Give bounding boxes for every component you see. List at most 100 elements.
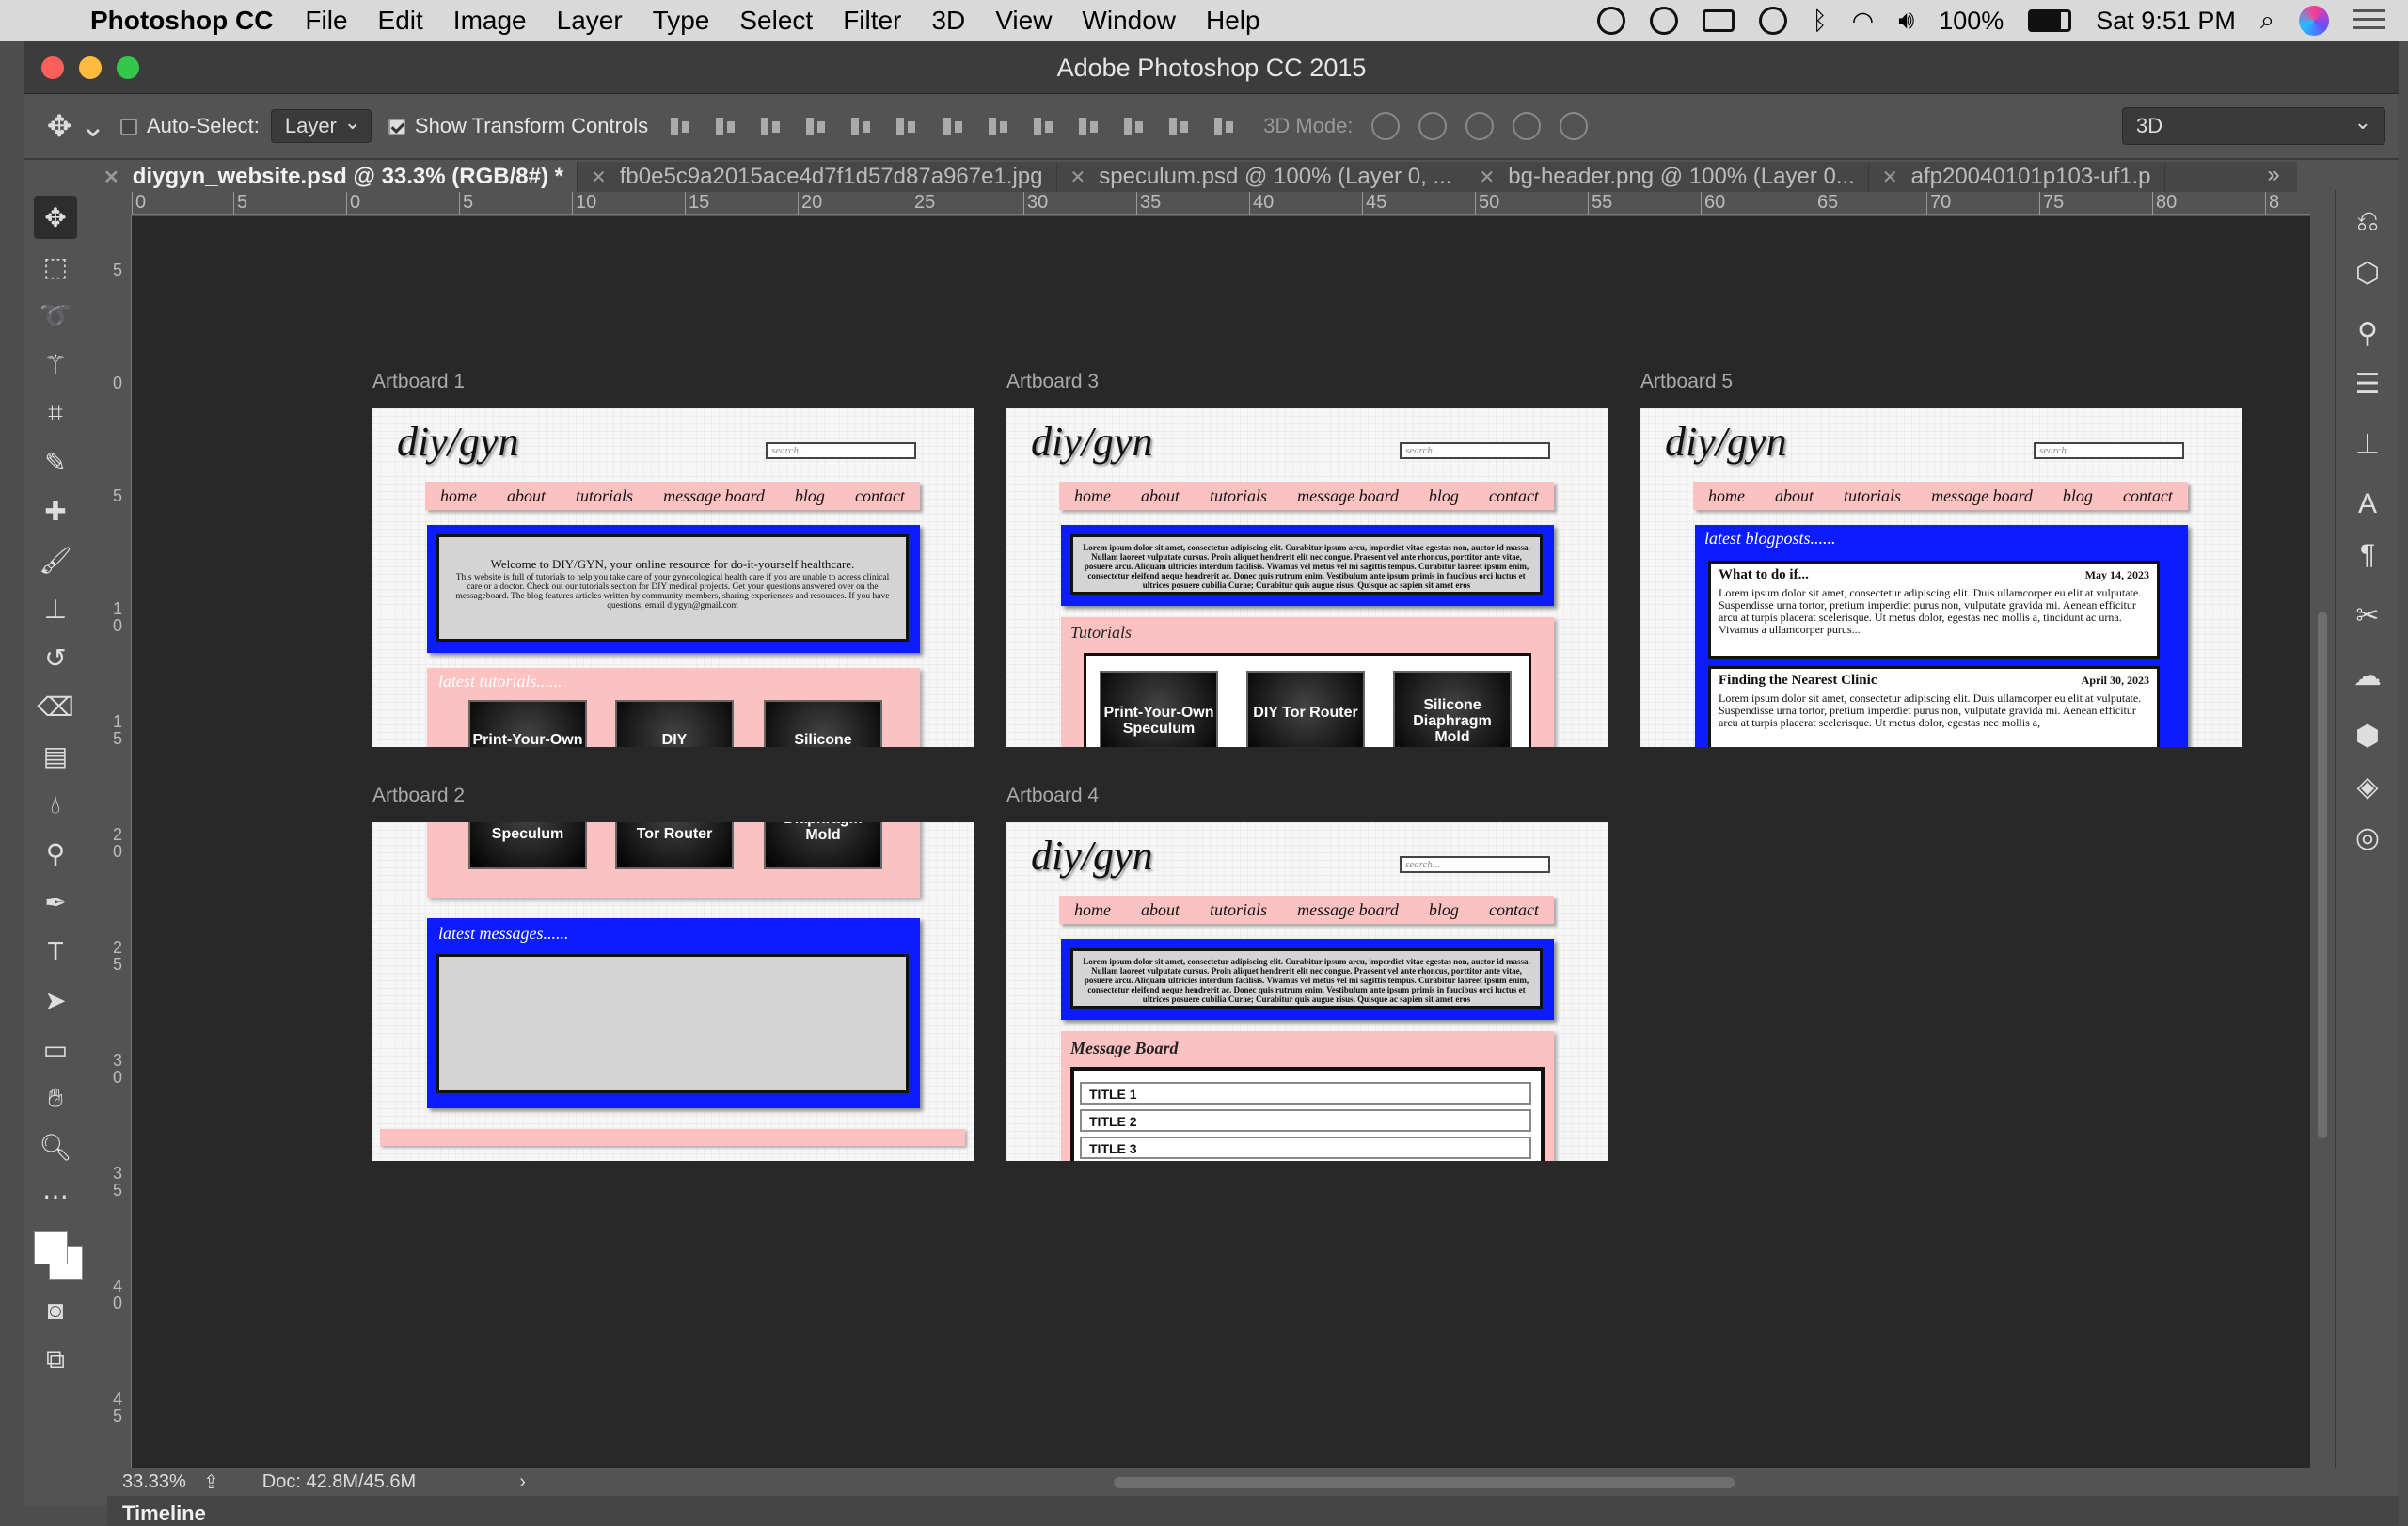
eraser-tool-icon[interactable]: ⌫: [34, 685, 77, 728]
wifi-icon[interactable]: ◠: [1852, 7, 1875, 36]
quick-mask-icon[interactable]: ◙: [34, 1289, 77, 1332]
3d-panel-icon[interactable]: ⬡: [2349, 254, 2386, 292]
workspace-dropdown[interactable]: 3D: [2122, 107, 2385, 145]
menu-view[interactable]: View: [980, 6, 1067, 36]
screen-mode-icon[interactable]: ⧉: [34, 1338, 77, 1381]
align-left-icon[interactable]: [802, 112, 831, 140]
rectangle-tool-icon[interactable]: ▭: [34, 1027, 77, 1071]
close-icon[interactable]: [41, 56, 64, 79]
dodge-tool-icon[interactable]: ⚲: [34, 832, 77, 875]
menu-select[interactable]: Select: [724, 6, 828, 36]
zoom-tool-icon[interactable]: 🔍︎: [34, 1125, 77, 1168]
document-canvas[interactable]: Artboard 1 diy/gyn search... home about …: [132, 216, 2310, 1468]
healing-brush-tool-icon[interactable]: ✚: [34, 489, 77, 533]
brush-panel-icon[interactable]: ⚲: [2349, 314, 2386, 352]
notification-center-icon[interactable]: [2353, 9, 2385, 32]
creative-cloud-icon[interactable]: [1597, 7, 1626, 35]
tab-speculum[interactable]: ✕ speculum.psd @ 100% (Layer 0, ...: [1057, 162, 1466, 192]
vertical-scroll-thumb[interactable]: [2318, 612, 2327, 1138]
tab-diygyn-website[interactable]: ✕ diygyn_website.psd @ 33.3% (RGB/8#) *: [90, 162, 578, 192]
tabs-overflow-icon[interactable]: »: [2250, 162, 2297, 192]
move-tool-preset-icon[interactable]: ✥ ⌄: [43, 103, 109, 150]
color-swatches[interactable]: [32, 1227, 88, 1283]
close-tab-icon[interactable]: ✕: [103, 166, 119, 189]
hand-tool-icon[interactable]: ✋︎: [34, 1076, 77, 1120]
clone-source-panel-icon[interactable]: ⊥: [2349, 425, 2386, 463]
close-tab-icon[interactable]: ✕: [1479, 166, 1495, 189]
auto-select-box[interactable]: [120, 119, 137, 136]
vertical-scrollbar[interactable]: [2310, 216, 2335, 1468]
artboard-5[interactable]: diy/gyn search... home about tutorials m…: [1640, 408, 2242, 747]
channels-panel-icon[interactable]: ◎: [2349, 819, 2386, 856]
3d-scale-icon[interactable]: [1560, 112, 1589, 140]
close-tab-icon[interactable]: ✕: [1070, 166, 1086, 189]
artboard-2-label[interactable]: Artboard 2: [372, 785, 465, 807]
bluetooth-icon[interactable]: ᛒ: [1812, 7, 1827, 36]
3d-orbit-icon[interactable]: [1371, 112, 1401, 140]
distribute-hcenter-icon[interactable]: [1120, 112, 1149, 140]
zoom-level[interactable]: 33.33%: [122, 1471, 188, 1493]
battery-icon[interactable]: [2028, 9, 2072, 32]
distribute-vcenter-icon[interactable]: [985, 112, 1013, 140]
artboard-4[interactable]: diy/gyn search... home about tutorials m…: [1006, 822, 1608, 1161]
3d-objects-panel-icon[interactable]: ⬢: [2349, 717, 2386, 755]
distribute-right-icon[interactable]: [1165, 112, 1194, 140]
artboard-3[interactable]: diy/gyn search... home about tutorials m…: [1006, 408, 1608, 747]
tab-afp2004[interactable]: ✕ afp20040101p103-uf1.p: [1869, 162, 2165, 192]
menu-file[interactable]: File: [290, 6, 362, 36]
close-tab-icon[interactable]: ✕: [591, 166, 607, 189]
app-menu[interactable]: Photoshop CC: [75, 6, 290, 36]
auto-select-checkbox[interactable]: Auto-Select:: [120, 114, 260, 138]
path-selection-tool-icon[interactable]: ➤: [34, 978, 77, 1022]
brush-tool-icon[interactable]: 🖌︎: [34, 538, 77, 581]
artboard-1-label[interactable]: Artboard 1: [372, 371, 465, 393]
type-tool-icon[interactable]: T: [34, 930, 77, 973]
pen-tool-icon[interactable]: ✒: [34, 881, 77, 924]
menu-image[interactable]: Image: [438, 6, 542, 36]
more-tools-icon[interactable]: ⋯: [34, 1174, 77, 1217]
move-tool-icon[interactable]: ✥: [34, 196, 77, 239]
align-right-icon[interactable]: [893, 112, 921, 140]
menu-edit[interactable]: Edit: [363, 6, 438, 36]
menu-window[interactable]: Window: [1067, 6, 1191, 36]
character-panel-icon[interactable]: A: [2349, 485, 2386, 523]
tab-fb0e5c9a-jpg[interactable]: ✕ fb0e5c9a2015ace4d7f1d57d87a967e1.jpg: [578, 162, 1057, 192]
marquee-tool-icon[interactable]: ⬚: [34, 245, 77, 288]
libraries-panel-icon[interactable]: ☁: [2349, 657, 2386, 694]
export-icon[interactable]: ⇪: [203, 1470, 219, 1494]
menu-filter[interactable]: Filter: [828, 6, 916, 36]
distribute-top-icon[interactable]: [940, 112, 968, 140]
artboard-5-label[interactable]: Artboard 5: [1640, 371, 1733, 393]
foreground-color-swatch[interactable]: [34, 1231, 68, 1264]
minimize-icon[interactable]: [79, 56, 102, 79]
auto-select-dropdown[interactable]: Layer: [270, 109, 372, 143]
siri-icon[interactable]: [2299, 6, 2329, 36]
crop-tool-icon[interactable]: ⌗: [34, 391, 77, 435]
3d-roll-icon[interactable]: [1418, 112, 1448, 140]
status-menu-icon[interactable]: ›: [519, 1471, 526, 1493]
close-tab-icon[interactable]: ✕: [1882, 166, 1898, 189]
time-machine-icon[interactable]: [1759, 7, 1788, 35]
menu-layer[interactable]: Layer: [542, 6, 638, 36]
magic-wand-tool-icon[interactable]: ⚚: [34, 342, 77, 386]
tab-bg-header[interactable]: ✕ bg-header.png @ 100% (Layer 0...: [1465, 162, 1869, 192]
distribute-left-icon[interactable]: [1075, 112, 1103, 140]
airplay-icon[interactable]: [1703, 9, 1735, 32]
menu-type[interactable]: Type: [638, 6, 725, 36]
horizontal-scroll-thumb[interactable]: [1114, 1477, 1735, 1488]
distribute-bottom-icon[interactable]: [1030, 112, 1058, 140]
paragraph-panel-icon[interactable]: ¶: [2349, 536, 2386, 574]
blur-tool-icon[interactable]: 💧︎: [34, 783, 77, 826]
gradient-tool-icon[interactable]: ▤: [34, 734, 77, 777]
adjustments-panel-icon[interactable]: ☰: [2349, 365, 2386, 403]
zoom-icon[interactable]: [117, 56, 139, 79]
artboard-3-label[interactable]: Artboard 3: [1006, 371, 1099, 393]
lasso-tool-icon[interactable]: ➰: [34, 294, 77, 337]
menu-help[interactable]: Help: [1191, 6, 1275, 36]
stamp-tool-icon[interactable]: ⊥: [34, 587, 77, 630]
transform-controls-checkbox[interactable]: Show Transform Controls: [388, 114, 648, 138]
layers-panel-icon[interactable]: ◈: [2349, 768, 2386, 805]
eyedropper-tool-icon[interactable]: ✎: [34, 440, 77, 484]
transform-controls-box[interactable]: [388, 119, 405, 136]
align-hcenter-icon[interactable]: [848, 112, 876, 140]
